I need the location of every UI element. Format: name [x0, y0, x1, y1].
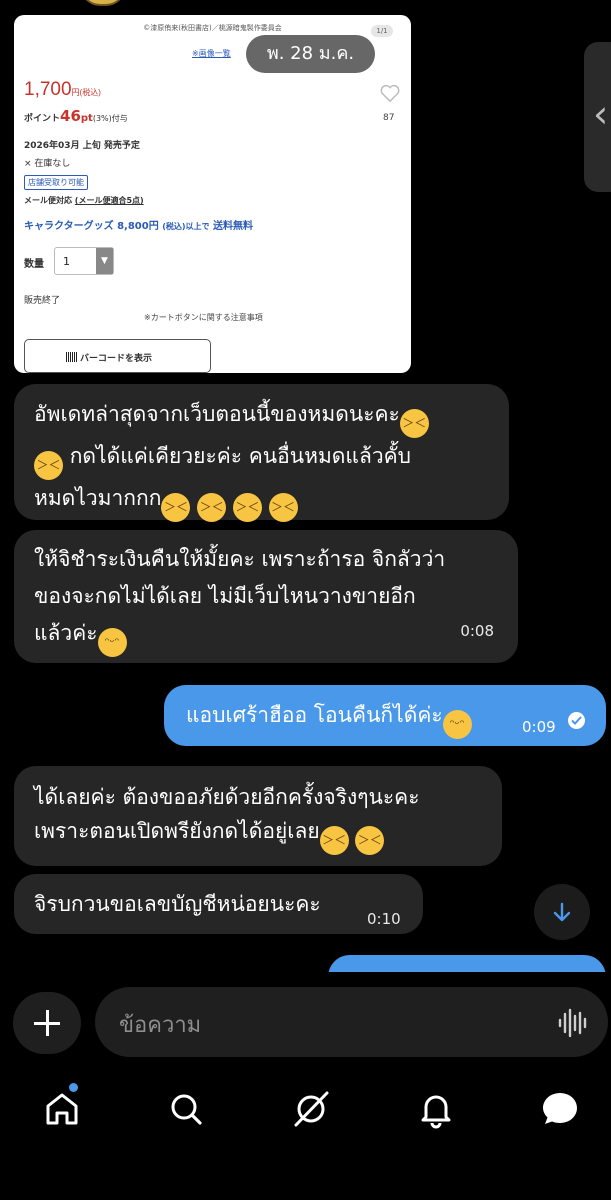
message-bubble-incoming[interactable]: อัพเดทล่าสุดจากเว็บตอนนี้ของหมดนะคะ ＞＜ ＞＜… [14, 384, 509, 522]
image-copyright: ©漆原侑来(秋田書店)／桃源暗鬼製作委員会 [143, 24, 282, 32]
bell-icon [421, 1095, 451, 1129]
crying-face-emoji: ＞＜ [268, 493, 298, 522]
message-time: 0:09 [522, 718, 556, 736]
barcode-icon [66, 352, 78, 362]
bottom-navigation [0, 1075, 611, 1200]
message-text: ได้เลยค่ะ ต้องขออภัยด้วยอีกครั้งจริงๆนะค… [34, 785, 420, 809]
message-text: จิรบกวนขอเลขบัญชีหน่อยนะคะ [34, 892, 321, 916]
message-input-placeholder: ข้อความ [119, 1013, 202, 1038]
price-value: 1,700 [24, 79, 72, 100]
crying-face-emoji: ＞＜ [232, 493, 262, 522]
barcode-button: バーコードを表示 [24, 339, 211, 373]
message-line: หมดไวมากกก ＞＜ ＞＜ ＞＜ ＞＜ [34, 480, 489, 522]
crying-face-emoji: ＞＜ [161, 493, 191, 522]
crying-face-emoji: ＞＜ [34, 451, 63, 480]
side-panel-handle[interactable]: ‹ [584, 42, 611, 192]
grok-icon [294, 1091, 329, 1127]
message-line: แล้วค่ะ ᵔᵕᵔ [34, 615, 498, 657]
barcode-button-label: バーコードを表示 [80, 354, 153, 364]
message-bubble-outgoing[interactable]: แอบเศร้าฮืออ โอนคืนก็ได้ค่ะ ᵔᵕᵔ 0:09 [164, 685, 606, 746]
messages-icon [543, 1093, 577, 1124]
notification-dot [69, 1083, 78, 1092]
chevron-down-icon: ▼ [96, 248, 113, 274]
image-pager: 1/1 [371, 25, 393, 37]
search-icon [171, 1094, 202, 1125]
message-time: 0:10 [367, 910, 401, 928]
quantity-label: 数量 [24, 259, 44, 270]
message-bubble-incoming[interactable]: จิรบกวนขอเลขบัญชีหน่อยนะคะ 0:10 [14, 874, 423, 934]
message-input[interactable]: ข้อความ [95, 987, 608, 1057]
nav-grok[interactable] [291, 1089, 331, 1129]
read-check-icon [568, 712, 585, 729]
quantity-select: 1 ▼ [54, 247, 114, 275]
free-ship-prefix: キャラクターグッズ 8,800円 [24, 221, 159, 232]
message-text: ของจะกดไม่ได้เลย ไม่มีเว็บไหนวางขายอีก [34, 584, 416, 608]
cart-note: ※カートボタンに関する注意事項 [144, 313, 263, 322]
plus-icon [45, 1010, 49, 1036]
nav-home[interactable] [42, 1089, 82, 1129]
message-text: ให้จิชำระเงินคืนให้มั้ยคะ เพราะถ้ารอ จิก… [34, 547, 446, 571]
favorite-count: 87 [383, 113, 395, 123]
message-text: แอบเศร้าฮืออ โอนคืนก็ได้ค่ะ [186, 703, 443, 727]
crying-face-emoji: ＞＜ [319, 826, 349, 855]
add-attachment-button[interactable] [13, 992, 81, 1054]
nav-messages[interactable] [540, 1089, 580, 1129]
free-ship-suffix: 送料無料 [213, 221, 253, 232]
crying-face-emoji: ＞＜ [197, 493, 227, 522]
message-bubble-incoming[interactable]: ให้จิชำระเงินคืนให้มั้ยคะ เพราะถ้ารอ จิก… [14, 530, 518, 663]
mail-delivery: メール便対応 (メール便適合5点) [24, 195, 144, 206]
date-separator: พ. 28 ม.ค. [246, 35, 375, 73]
message-text: แล้วค่ะ [34, 621, 98, 645]
pleading-face-emoji: ᵔᵕᵔ [442, 710, 472, 739]
voice-message-icon[interactable] [557, 1008, 587, 1038]
pleading-face-emoji: ᵔᵕᵔ [97, 628, 127, 657]
nav-search[interactable] [166, 1089, 206, 1129]
free-shipping-line: キャラクターグッズ 8,800円 (税込)以上で 送料無料 [24, 217, 253, 232]
quantity-value: 1 [63, 255, 70, 268]
heart-icon [380, 84, 400, 103]
sender-avatar[interactable] [80, 0, 126, 6]
nav-notifications[interactable] [416, 1089, 456, 1129]
home-icon [46, 1093, 78, 1125]
points-value: 46 [60, 107, 81, 125]
message-text: เพราะตอนเปิดพรียังกดได้อยู่เลย [34, 819, 320, 843]
store-pickup-badge: 店舗受取り可能 [24, 175, 88, 190]
chevron-left-icon: ‹ [593, 92, 609, 136]
message-line: ＞＜ กดได้แค่เคียวยะค่ะ คนอื่นหมดแล้วคั้บ [34, 438, 489, 480]
message-text: กดได้แค่เคียวยะค่ะ คนอื่นหมดแล้วคั้บ [69, 444, 411, 468]
message-text: อัพเดทล่าสุดจากเว็บตอนนี้ของหมดนะคะ [34, 402, 400, 426]
arrow-down-icon [553, 902, 571, 922]
message-line: อัพเดทล่าสุดจากเว็บตอนนี้ของหมดนะคะ ＞＜ [34, 396, 489, 438]
message-text: หมดไวมากกก [34, 486, 162, 510]
crying-face-emoji: ＞＜ [355, 826, 385, 855]
points-line: ポイント46pt(3%)付与 [24, 107, 128, 125]
message-line: เพราะตอนเปิดพรียังกดได้อยู่เลย ＞＜ ＞＜ [34, 814, 482, 855]
mail-label: メール便対応 [24, 196, 72, 205]
price-tax: 円(税込) [71, 88, 101, 97]
crying-face-emoji: ＞＜ [399, 409, 429, 438]
scroll-to-bottom-button[interactable] [534, 884, 590, 940]
stock-status: × 在庫なし [24, 159, 71, 169]
mail-detail: (メール便適合5点) [74, 196, 144, 205]
message-time: 0:08 [460, 622, 494, 640]
image-list-link: ※画像一覧 [192, 49, 231, 58]
product-price: 1,700円(税込) [24, 79, 101, 101]
release-date: 2026年03月 上旬 発売予定 [24, 141, 140, 151]
message-bubble-incoming[interactable]: ได้เลยค่ะ ต้องขออภัยด้วยอีกครั้งจริงๆนะค… [14, 766, 502, 866]
sold-out-text: 販売終了 [24, 296, 61, 306]
free-ship-small: (税込)以上で [162, 222, 210, 231]
points-unit: pt [80, 113, 93, 124]
points-rate: (3%)付与 [92, 114, 128, 123]
points-label: ポイント [24, 114, 61, 124]
